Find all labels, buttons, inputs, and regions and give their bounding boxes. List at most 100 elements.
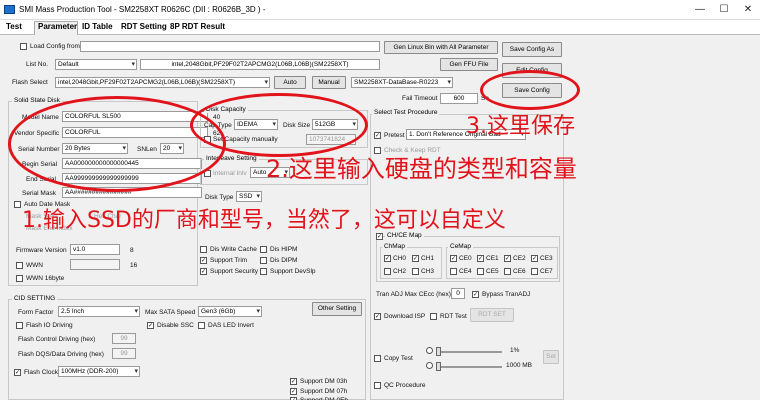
auto-button[interactable]: Auto [274,76,306,89]
dis-dipm-checkbox[interactable] [260,257,267,264]
wwn-input[interactable] [70,259,120,270]
form-factor-select[interactable]: 2.5 Inch [58,306,140,317]
annotation-ellipse-3 [480,70,580,110]
dis-write-cache-checkbox[interactable] [200,246,207,253]
other-setting-button[interactable]: Other Setting [312,302,362,316]
flash-info-field: intel,2048Gbit,PF29F02T2APCMG2(L06B,L06B… [140,59,380,70]
wwn16-label: WWN 16byte [26,275,65,282]
support-dm03-label: Support DM 03h [300,378,348,385]
menu-bar [0,20,760,34]
gen-linux-bin-button[interactable]: Gen Linux Bin with All Parameter [384,41,498,54]
flash-select-combo[interactable]: intel,2048Gbit,PF29F02T2APCMG2(L06B,L06B… [55,77,270,88]
firmware-version-input[interactable]: v1.0 [70,244,120,255]
flash-io-driving-checkbox[interactable] [16,322,23,329]
test-procedure-label: Select Test Procedure [372,109,440,116]
annotation-text-2: 2.这里输入硬盘的类型和容量 [266,155,577,183]
fail-timeout-input[interactable]: 600 [440,93,478,104]
ch0-checkbox[interactable] [384,255,391,262]
ce7-checkbox[interactable] [531,268,538,275]
support-devslp-checkbox[interactable] [260,268,267,275]
max-sata-select[interactable]: Gen3 (6Gb) [198,306,262,317]
percent-slider-track[interactable] [436,351,502,353]
ch2-checkbox[interactable] [384,268,391,275]
ch-ce-map-checkbox[interactable] [376,233,383,240]
ch1-checkbox[interactable] [412,255,419,262]
ce3-checkbox[interactable] [531,255,538,262]
support-security-checkbox[interactable] [200,268,207,275]
manual-button[interactable]: Manual [312,76,346,89]
percent-slider-thumb[interactable] [436,347,441,356]
list-no-select[interactable]: Default [55,59,137,70]
mb-slider-track[interactable] [436,366,502,368]
flash-clock-select[interactable]: 100MHz (DDR-200) [58,366,140,377]
gen-ffu-button[interactable]: Gen FFU File [440,58,498,71]
wwn-label: WWN [26,262,43,269]
solid-state-disk-label: Solid State Disk [12,97,62,104]
ce4-checkbox[interactable] [450,268,457,275]
ce0-checkbox[interactable] [450,255,457,262]
copy-test-checkbox[interactable] [374,355,381,362]
percent-radio[interactable] [426,347,433,354]
das-led-invert-label: DAS LED Invert [208,322,254,329]
support-dm07-checkbox[interactable] [290,388,297,395]
disable-ssc-checkbox[interactable] [147,322,154,329]
internal-inlv-label: Internal Inlv [213,170,247,177]
mb-slider-thumb[interactable] [436,362,441,371]
flash-clock-label: Flash Clock [24,369,58,376]
qc-procedure-checkbox[interactable] [374,382,381,389]
support-dm03-checkbox[interactable] [290,378,297,385]
rdt-test-checkbox[interactable] [430,313,437,320]
tran-adj-input[interactable]: 0 [451,288,465,299]
mb-radio[interactable] [426,362,433,369]
flash-control-driving-input[interactable]: 99 [112,333,136,344]
ce6-checkbox[interactable] [504,268,511,275]
dis-hipm-checkbox[interactable] [260,246,267,253]
annotation-text-3: 3.这里保存 [466,114,575,139]
ce2-checkbox[interactable] [504,255,511,262]
tab-id-table[interactable]: ID Table [82,22,113,31]
mb-value: 1000 MB [506,362,533,369]
tab-parameter[interactable]: Parameter [38,22,77,31]
ce5-checkbox[interactable] [477,268,484,275]
ce5-label: CE5 [486,268,499,275]
tab-8p-rdt-result[interactable]: 8P RDT Result [170,22,225,31]
close-icon[interactable]: ✕ [736,2,760,17]
rdt-set-button[interactable]: RDT SET [470,308,514,322]
flash-clock-checkbox[interactable] [14,369,21,376]
bypass-tranadj-checkbox[interactable] [472,291,479,298]
das-led-invert-checkbox[interactable] [198,322,205,329]
tab-rdt-setting[interactable]: RDT Setting [121,22,167,31]
qc-procedure-label: QC Procedure [384,382,426,389]
set-button[interactable]: Set [543,350,559,364]
minimize-icon[interactable]: — [688,2,712,17]
disk-type-select[interactable]: SSD [236,191,262,202]
flash-dqs-driving-label: Flash DQS/Data Driving (hex) [18,351,104,358]
ch3-checkbox[interactable] [412,268,419,275]
load-config-checkbox[interactable] [20,43,27,50]
pretest-checkbox[interactable] [374,132,381,139]
ce1-label: CE1 [486,255,499,262]
wwn-checkbox[interactable] [16,262,23,269]
ch0-label: CH0 [393,255,407,262]
wwn16-checkbox[interactable] [16,275,23,282]
dis-write-cache-label: Dis Write Cache [210,246,257,253]
window-title: SMI Mass Production Tool - SM2258XT R062… [19,5,266,14]
disable-ssc-label: Disable SSC [157,322,194,329]
wwn-length: 16 [130,262,138,269]
load-config-path[interactable] [80,41,380,52]
rdt-test-label: RDT Test [440,313,467,320]
tab-test[interactable]: Test [6,22,22,31]
auto-date-mask-checkbox[interactable] [14,201,21,208]
app-icon [4,5,15,14]
download-isp-checkbox[interactable] [374,313,381,320]
ce6-label: CE6 [513,268,526,275]
support-trim-checkbox[interactable] [200,257,207,264]
database-select[interactable]: SM2258XT-DataBase-R0223 [351,77,453,88]
download-isp-label: Download ISP [384,313,426,320]
cid-setting-label: CID SETTING [12,295,58,302]
ce2-label: CE2 [513,255,526,262]
flash-dqs-driving-input[interactable]: 99 [112,348,136,359]
ce1-checkbox[interactable] [477,255,484,262]
save-config-as-button[interactable]: Save Config As [502,42,562,57]
maximize-icon[interactable]: ☐ [712,2,736,17]
